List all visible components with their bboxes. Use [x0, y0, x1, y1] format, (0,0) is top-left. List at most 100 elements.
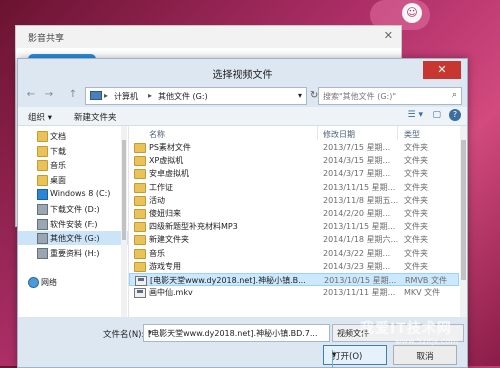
file-name: [电影天堂www.dy2018.net].神秘小镇.B...	[150, 276, 306, 285]
sidebar-item[interactable]: 网络	[18, 275, 128, 289]
file-row[interactable]: 工作证 2013/11/15 星期... 文件夹	[129, 181, 459, 194]
file-row[interactable]: 画中仙.mkv 2013/11/11 星期... MKV 文件	[129, 286, 459, 299]
sidebar-item[interactable]: 文档	[18, 129, 128, 143]
file-type: 文件夹	[404, 156, 428, 166]
file-row[interactable]: 活动 2013/11/8 星期五... 文件夹	[129, 194, 459, 207]
folder-icon	[134, 169, 146, 180]
file-name: 傻妞归来	[149, 209, 181, 218]
file-row[interactable]: 傻妞归来 2014/2/20 星期... 文件夹	[129, 207, 459, 220]
file-list: 名称 修改日期 类型 PS素材文件 2013/7/15 星期... 文件夹 XP虚拟机…	[129, 126, 467, 317]
back-arrow-icon[interactable]: ←	[24, 88, 38, 102]
nav-scrollbar-thumb[interactable]	[122, 140, 126, 240]
filename-field[interactable]: [电影天堂www.dy2018.net].神秘小镇.BD.7... ▾	[143, 324, 330, 342]
toolbar: 组织 ▾ 新建文件夹 ☰ ▾ ▢ ?	[18, 107, 467, 126]
open-button[interactable]: 打开(O) ▾	[323, 345, 387, 368]
address-dropdown-icon[interactable]: ▾	[298, 91, 302, 100]
up-arrow-icon[interactable]: ↑	[66, 88, 80, 102]
sidebar-item[interactable]: 下载	[18, 144, 128, 158]
search-placeholder: 搜索"其他文件 (G:)"	[323, 92, 397, 101]
sidebar-item[interactable]: 软件安装 (F:)	[18, 217, 128, 231]
new-folder-button[interactable]: 新建文件夹	[74, 111, 117, 123]
folder-icon	[134, 156, 146, 167]
sidebar-item-label: 网络	[41, 278, 57, 287]
column-header-name[interactable]: 名称	[149, 129, 165, 140]
folder-icon	[134, 195, 146, 206]
sidebar-item[interactable]: Windows 8 (C:)	[18, 187, 128, 201]
file-list-scrollbar-thumb[interactable]	[461, 140, 466, 280]
file-row[interactable]: 音乐 2014/3/22 星期... 文件夹	[129, 247, 459, 260]
file-date: 2014/2/20 星期...	[323, 209, 391, 218]
file-row[interactable]: 四级新题型补充材料MP3 2013/11/15 星期... 文件夹	[129, 220, 459, 233]
open-dropdown-icon[interactable]: ▾	[332, 350, 384, 360]
file-row[interactable]: PS素材文件 2013/7/15 星期... 文件夹	[129, 141, 459, 154]
folder-icon	[37, 160, 48, 172]
file-name: 四级新题型补充材料MP3	[149, 222, 238, 232]
breadcrumb-drive-g[interactable]: 其他文件 (G:)	[158, 91, 208, 102]
file-date: 2013/7/15 星期...	[323, 143, 391, 152]
search-input[interactable]: 搜索"其他文件 (G:)" ⌕	[318, 87, 462, 105]
file-type: 文件夹	[404, 195, 428, 205]
file-type: 文件夹	[404, 182, 428, 192]
file-type: 文件夹	[404, 261, 428, 271]
file-date: 2013/11/8 星期五...	[323, 195, 399, 205]
sidebar-item[interactable]: 桌面	[18, 173, 128, 187]
filename-dropdown-icon[interactable]: ▾	[148, 328, 320, 337]
sidebar-item[interactable]: 其他文件 (G:)	[18, 231, 128, 246]
file-date: 2013/11/15 星期...	[323, 182, 396, 192]
cancel-button-label: 取消	[416, 352, 434, 362]
file-row[interactable]: 新建文件夹 2014/1/18 星期六... 文件夹	[129, 233, 459, 246]
file-date: 2013/11/11 星期...	[323, 288, 396, 298]
file-row[interactable]: [电影天堂www.dy2018.net].神秘小镇.B... 2013/10/15…	[129, 273, 459, 286]
app-title: 影音共享	[28, 34, 65, 44]
address-bar[interactable]: ▸ 计算机 ▸ 其他文件 (G:) ▾	[85, 87, 307, 105]
file-type: 文件夹	[404, 169, 428, 179]
column-header-type[interactable]: 类型	[404, 129, 420, 140]
breadcrumb-computer[interactable]: 计算机	[114, 91, 138, 102]
folder-icon	[134, 222, 146, 233]
sidebar-item[interactable]: 音乐	[18, 158, 128, 172]
file-row[interactable]: XP虚拟机 2014/3/15 星期... 文件夹	[129, 154, 459, 167]
column-divider[interactable]	[397, 126, 398, 140]
drive-icon	[37, 247, 48, 259]
dialog-title: 选择视频文件	[212, 70, 273, 81]
file-name: XP虚拟机	[149, 156, 184, 166]
help-icon[interactable]: ?	[449, 109, 461, 121]
file-row[interactable]: 游戏专用 2014/3/23 星期... 文件夹	[129, 260, 459, 273]
drive-icon	[37, 204, 48, 215]
file-type: 文件夹	[404, 143, 428, 152]
navigation-pane: 文档下载音乐 桌面 Windows 8 (C:) 下载文件 (D:) 软件安装 (F:)…	[18, 126, 129, 317]
column-header-date[interactable]: 修改日期	[323, 129, 355, 140]
sidebar-item-label: 其他文件 (G:)	[50, 234, 100, 244]
forward-arrow-icon[interactable]: →	[42, 88, 56, 102]
folder-icon	[134, 182, 146, 193]
file-row[interactable]: 安卓虚拟机 2014/3/17 星期... 文件夹	[129, 167, 459, 180]
file-name: 游戏专用	[149, 261, 181, 271]
column-divider[interactable]	[317, 126, 318, 140]
file-date: 2014/1/18 星期六...	[323, 235, 399, 245]
file-date: 2014/3/17 星期...	[323, 169, 391, 179]
filename-label: 文件名(N):	[103, 330, 145, 340]
sidebar-item-label: 下载文件 (D:)	[50, 205, 100, 214]
preview-pane-icon[interactable]: ▢	[432, 110, 441, 120]
sidebar-item-label: 软件安装 (F:)	[50, 219, 98, 229]
app-close-icon[interactable]: ✕	[384, 29, 393, 42]
folder-icon	[37, 174, 48, 186]
sidebar-item[interactable]: 下载文件 (D:)	[18, 202, 128, 216]
watermark-url: www.52itjs.com	[395, 337, 458, 346]
folder-icon	[134, 248, 146, 259]
file-date: 2014/3/22 星期...	[323, 248, 391, 258]
cancel-button[interactable]: 取消	[393, 345, 457, 365]
organize-menu[interactable]: 组织 ▾	[28, 111, 52, 123]
drive-icon	[37, 233, 48, 245]
file-name: 安卓虚拟机	[149, 169, 189, 179]
sidebar-item[interactable]: 重要资料 (H:)	[18, 246, 128, 260]
dialog-close-button[interactable]: ✕	[423, 61, 461, 79]
view-options-icon[interactable]: ☰ ▾	[408, 110, 423, 120]
file-date: 2013/10/15 星期...	[324, 276, 397, 285]
folder-icon	[37, 131, 48, 142]
breadcrumb-separator: ▸	[104, 91, 109, 100]
sidebar-item-label: 下载	[50, 146, 66, 156]
search-icon[interactable]: ⌕	[452, 90, 457, 100]
file-date: 2014/3/23 星期...	[323, 261, 391, 271]
file-type: 文件夹	[404, 235, 428, 245]
